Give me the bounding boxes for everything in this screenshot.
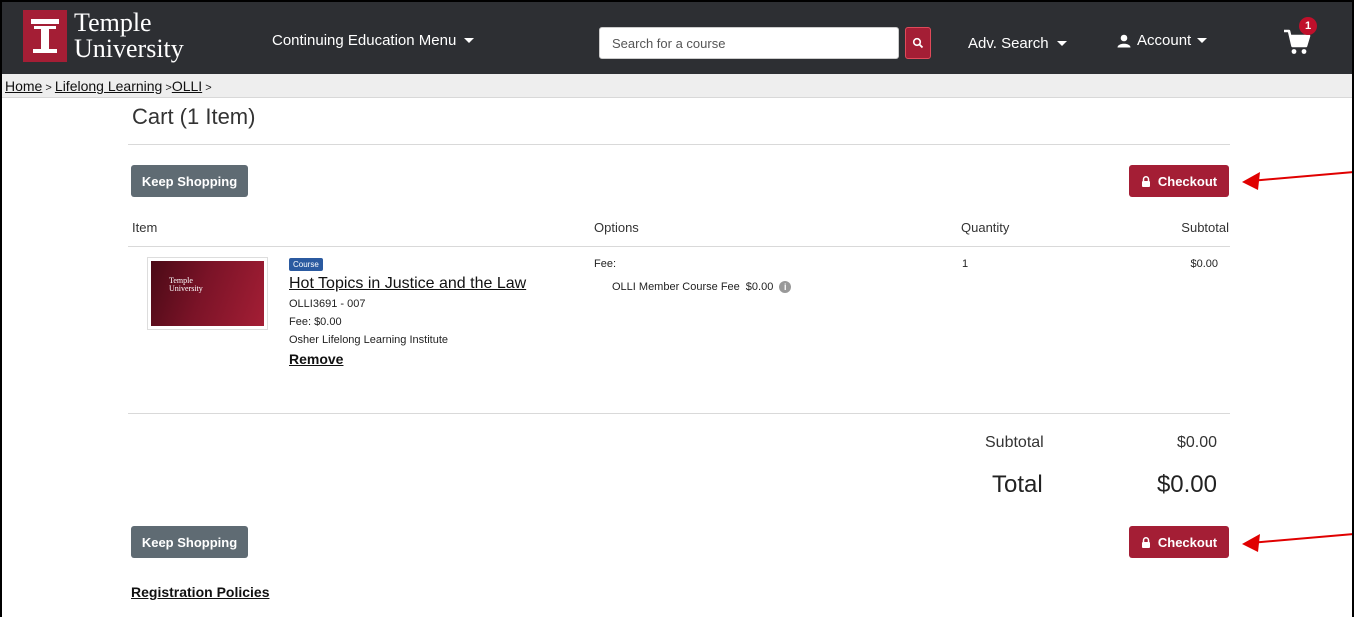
- column-header-subtotal: Subtotal: [1181, 220, 1229, 235]
- breadcrumb-separator: >: [202, 82, 212, 94]
- course-organization: Osher Lifelong Learning Institute: [289, 334, 448, 346]
- breadcrumb: Home > Lifelong Learning >OLLI >: [2, 74, 1352, 98]
- continuing-education-menu[interactable]: Continuing Education Menu: [272, 32, 475, 49]
- menu-label: Continuing Education Menu: [272, 32, 457, 49]
- summary-subtotal-value: $0.00: [1176, 434, 1217, 451]
- fee-option-amount: $0.00: [745, 281, 774, 293]
- chevron-down-icon: [464, 38, 475, 43]
- search-button[interactable]: [905, 27, 931, 59]
- temple-t-icon: [23, 10, 67, 62]
- remove-item-link[interactable]: Remove: [289, 351, 343, 367]
- course-fee: Fee: $0.00: [289, 316, 342, 328]
- lock-icon: [1141, 536, 1150, 548]
- breadcrumb-lifelong-learning[interactable]: Lifelong Learning: [55, 78, 162, 94]
- item-subtotal: $0.00: [1190, 258, 1218, 270]
- divider: [128, 413, 1230, 414]
- chevron-down-icon: [1056, 41, 1067, 46]
- keep-shopping-button-bottom[interactable]: Keep Shopping: [131, 526, 248, 558]
- summary-subtotal-label: Subtotal: [985, 434, 1044, 451]
- summary-total-label: Total: [992, 471, 1043, 498]
- summary-total-value: $0.00: [1156, 471, 1217, 498]
- options-fee-label: Fee:: [594, 258, 617, 270]
- info-icon[interactable]: i: [779, 281, 792, 293]
- course-type-badge: Course: [289, 258, 323, 271]
- column-header-quantity: Quantity: [961, 220, 1010, 235]
- chevron-down-icon: [1197, 38, 1208, 43]
- course-thumbnail[interactable]: Temple University: [147, 257, 268, 330]
- breadcrumb-home[interactable]: Home: [5, 78, 42, 94]
- page-title: Cart (1 Item): [132, 104, 256, 129]
- registration-policies-link[interactable]: Registration Policies: [131, 584, 269, 600]
- logo-wordmark: Temple University: [74, 10, 184, 62]
- cart-count-badge: 1: [1299, 17, 1317, 35]
- account-label: Account: [1137, 32, 1192, 49]
- checkout-label: Checkout: [1157, 534, 1218, 550]
- search-icon: [912, 37, 924, 49]
- column-header-options: Options: [594, 220, 639, 235]
- thumbnail-logo: Temple University: [169, 276, 203, 293]
- top-navbar: Temple University Continuing Education M…: [2, 2, 1352, 74]
- user-icon: [1117, 34, 1131, 47]
- account-dropdown[interactable]: Account: [1117, 32, 1208, 49]
- logo-line-1: Temple: [74, 8, 152, 37]
- keep-shopping-button-top[interactable]: Keep Shopping: [131, 165, 248, 197]
- checkout-label: Checkout: [1157, 173, 1218, 189]
- divider: [128, 144, 1230, 145]
- cart-button[interactable]: 1: [1283, 17, 1323, 60]
- checkout-button-bottom[interactable]: Checkout: [1129, 526, 1229, 558]
- temple-logo[interactable]: Temple University: [23, 10, 184, 62]
- divider: [128, 246, 1230, 247]
- search-input[interactable]: [599, 27, 899, 59]
- adv-search-label: Adv. Search: [968, 35, 1049, 52]
- annotation-arrow-icon: [1242, 171, 1354, 190]
- fee-option: OLLI Member Course Fee $0.00 i: [612, 281, 792, 293]
- column-header-item: Item: [132, 220, 158, 235]
- item-quantity: 1: [962, 258, 969, 270]
- checkout-button-top[interactable]: Checkout: [1129, 165, 1229, 197]
- breadcrumb-olli[interactable]: OLLI: [172, 78, 202, 94]
- course-title-link[interactable]: Hot Topics in Justice and the Law: [289, 275, 526, 293]
- logo-line-2: University: [74, 34, 184, 63]
- fee-option-name: OLLI Member Course Fee: [612, 281, 740, 293]
- course-code: OLLI3691 - 007: [289, 298, 366, 310]
- breadcrumb-separator: >: [42, 82, 55, 94]
- lock-icon: [1141, 175, 1150, 187]
- adv-search-dropdown[interactable]: Adv. Search: [968, 35, 1067, 52]
- annotation-arrow-icon: [1242, 533, 1354, 552]
- breadcrumb-separator: >: [162, 82, 172, 94]
